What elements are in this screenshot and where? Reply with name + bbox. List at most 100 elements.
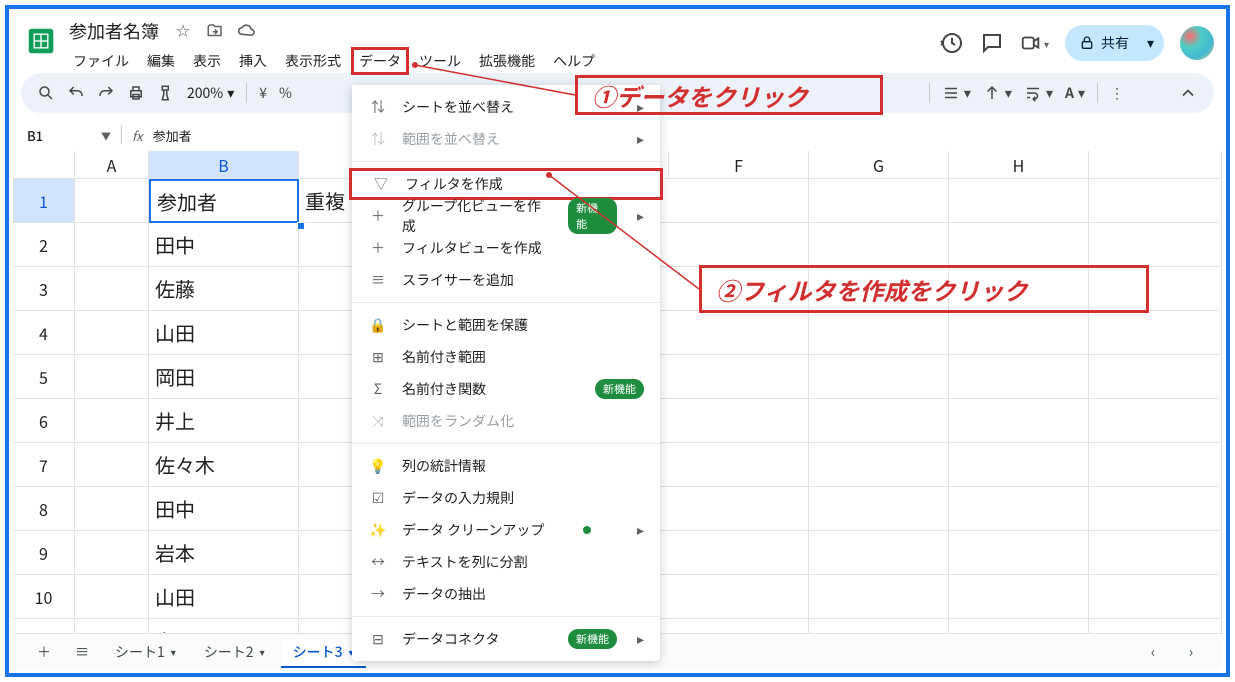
sheet-tab-2[interactable]: シート2▾	[192, 636, 277, 668]
cell[interactable]	[75, 267, 149, 311]
row-header[interactable]: 8	[13, 487, 75, 531]
move-icon[interactable]	[203, 19, 227, 43]
share-dropdown-icon[interactable]: ▾	[1143, 33, 1164, 53]
avatar[interactable]	[1180, 26, 1214, 60]
cell[interactable]	[299, 531, 359, 575]
cell[interactable]: 佐藤	[149, 267, 299, 311]
cell[interactable]	[809, 179, 949, 223]
sheet-tab-1[interactable]: シート1▾	[103, 636, 188, 668]
row-header[interactable]: 1	[13, 179, 75, 223]
currency-button[interactable]: ¥	[259, 83, 267, 103]
redo-icon[interactable]	[97, 84, 115, 102]
cell[interactable]	[669, 179, 809, 223]
cell[interactable]	[949, 443, 1089, 487]
cell[interactable]: 佐々木	[149, 443, 299, 487]
collapse-icon[interactable]	[1178, 83, 1198, 103]
cell[interactable]	[949, 179, 1089, 223]
cell[interactable]	[1089, 399, 1222, 443]
cell[interactable]: 山田	[149, 311, 299, 355]
cell[interactable]: 岩本	[149, 531, 299, 575]
cell[interactable]	[1089, 311, 1222, 355]
dd-named-func[interactable]: Σ名前付き関数新機能	[352, 373, 660, 405]
cell[interactable]	[75, 179, 149, 223]
share-button[interactable]: 共有	[1065, 25, 1143, 61]
menu-insert[interactable]: 挿入	[231, 47, 275, 75]
select-all-corner[interactable]	[13, 151, 75, 179]
cell[interactable]	[669, 531, 809, 575]
dd-split[interactable]: ↔テキストを列に分割	[352, 546, 660, 578]
dd-protect[interactable]: 🔒シートと範囲を保護	[352, 309, 660, 341]
cell[interactable]	[299, 267, 359, 311]
cell[interactable]	[809, 311, 949, 355]
dd-extract[interactable]: →データの抽出	[352, 578, 660, 610]
cell[interactable]	[1089, 179, 1222, 223]
menu-file[interactable]: ファイル	[65, 47, 137, 75]
cell[interactable]	[809, 575, 949, 619]
cell[interactable]	[949, 531, 1089, 575]
cell[interactable]	[75, 355, 149, 399]
cell[interactable]	[75, 311, 149, 355]
cloud-icon[interactable]	[235, 19, 259, 43]
cell[interactable]	[949, 355, 1089, 399]
cell[interactable]	[1089, 355, 1222, 399]
more-icon[interactable]: ⋮	[1110, 83, 1124, 103]
add-sheet-button[interactable]: ＋	[27, 638, 61, 666]
cell[interactable]	[75, 223, 149, 267]
cell[interactable]	[669, 443, 809, 487]
sheets-logo[interactable]	[21, 21, 61, 61]
dd-validation[interactable]: ☑データの入力規則	[352, 482, 660, 514]
halign-icon[interactable]: ▾	[942, 83, 971, 103]
scroll-left-icon[interactable]: ‹	[1136, 638, 1170, 666]
all-sheets-button[interactable]: ≡	[65, 638, 99, 666]
dd-named-range[interactable]: ⊞名前付き範囲	[352, 341, 660, 373]
dd-group-view[interactable]: ＋グループ化ビューを作成新機能▸	[352, 200, 660, 232]
percent-button[interactable]: %	[279, 83, 292, 103]
valign-icon[interactable]: ▾	[983, 83, 1012, 103]
paint-icon[interactable]	[157, 84, 175, 102]
doc-title[interactable]: 参加者名簿	[65, 18, 163, 44]
row-header[interactable]: 7	[13, 443, 75, 487]
cell[interactable]	[669, 311, 809, 355]
cell[interactable]	[949, 311, 1089, 355]
cell[interactable]	[1089, 575, 1222, 619]
menu-data[interactable]: データ	[351, 47, 409, 75]
row-header[interactable]: 2	[13, 223, 75, 267]
cell[interactable]: 岡田	[149, 355, 299, 399]
cell[interactable]	[1089, 223, 1222, 267]
cell[interactable]	[1089, 487, 1222, 531]
search-icon[interactable]	[37, 84, 55, 102]
cell[interactable]	[669, 575, 809, 619]
name-box[interactable]: B1	[21, 126, 91, 145]
col-header-G[interactable]: G	[809, 151, 949, 179]
row-header[interactable]: 5	[13, 355, 75, 399]
cell[interactable]	[75, 531, 149, 575]
col-header-H[interactable]: H	[949, 151, 1089, 179]
row-header[interactable]: 3	[13, 267, 75, 311]
menu-help[interactable]: ヘルプ	[545, 47, 603, 75]
zoom-level[interactable]: 200% ▾	[187, 83, 234, 103]
menu-format[interactable]: 表示形式	[277, 47, 349, 75]
cell[interactable]	[299, 443, 359, 487]
cell[interactable]	[299, 487, 359, 531]
cell[interactable]	[1089, 531, 1222, 575]
cell[interactable]: 山田	[149, 575, 299, 619]
dd-filter-view[interactable]: ＋フィルタビューを作成	[352, 232, 660, 264]
rotate-icon[interactable]: A▾	[1065, 83, 1085, 103]
cell[interactable]	[809, 223, 949, 267]
cell[interactable]	[299, 355, 359, 399]
menu-extensions[interactable]: 拡張機能	[471, 47, 543, 75]
cell[interactable]	[75, 487, 149, 531]
cell[interactable]	[75, 399, 149, 443]
dd-connector[interactable]: ⊟データコネクタ新機能▸	[352, 623, 660, 655]
meet-icon[interactable]: ▾	[1020, 31, 1049, 55]
cell[interactable]	[949, 223, 1089, 267]
selection-handle[interactable]	[297, 222, 305, 230]
cell[interactable]	[809, 531, 949, 575]
dd-col-stats[interactable]: 💡列の統計情報	[352, 450, 660, 482]
cell[interactable]	[809, 355, 949, 399]
cell[interactable]	[1089, 443, 1222, 487]
menu-edit[interactable]: 編集	[139, 47, 183, 75]
cell[interactable]	[809, 487, 949, 531]
menu-view[interactable]: 表示	[185, 47, 229, 75]
cell[interactable]: 田中	[149, 487, 299, 531]
